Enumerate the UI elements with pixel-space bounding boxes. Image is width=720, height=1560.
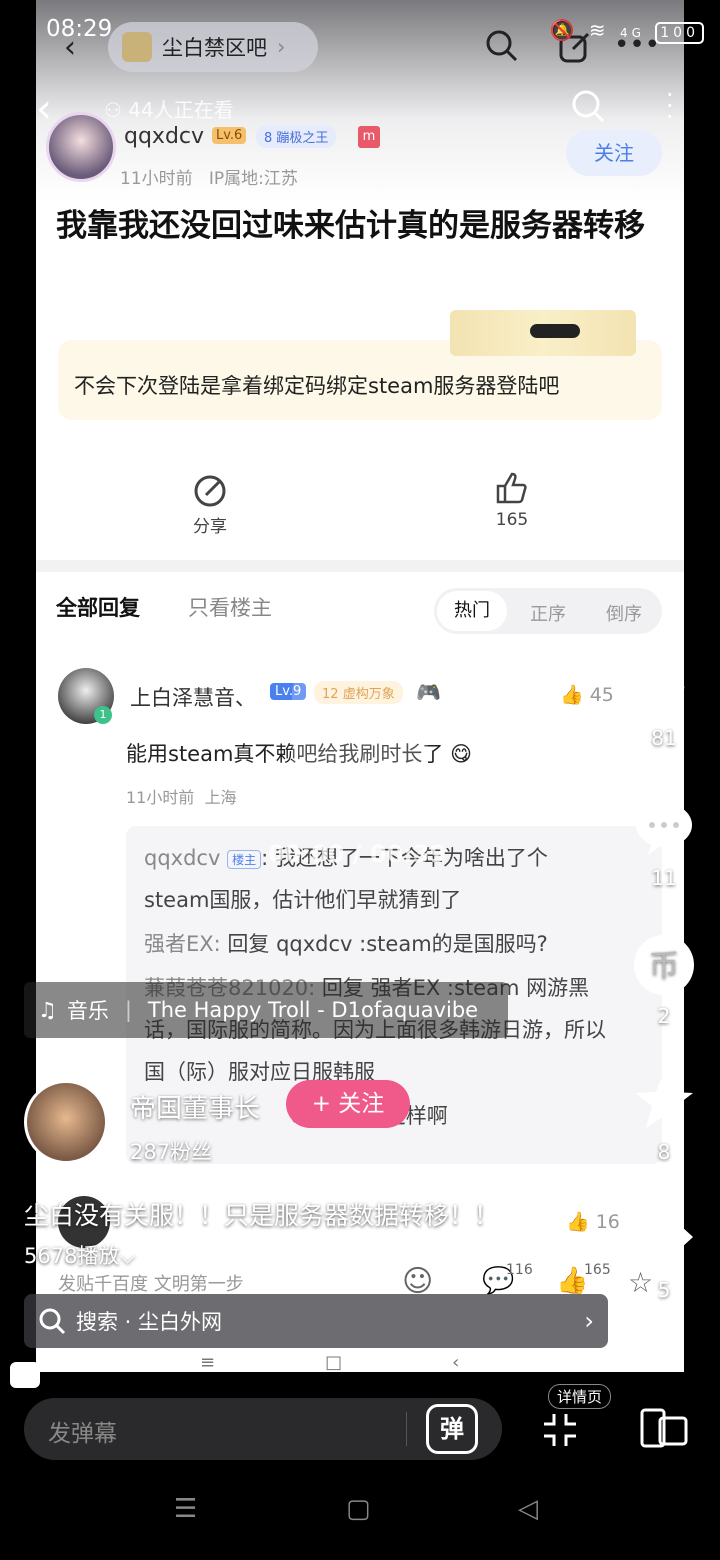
status-icons: 🔕 ≋ 4G 100 bbox=[550, 18, 704, 44]
uploader-avatar[interactable] bbox=[24, 1080, 108, 1164]
wifi-icon: ≋ bbox=[588, 18, 610, 42]
share-arrow-icon bbox=[633, 1208, 695, 1270]
forum-name: 尘白禁区吧 bbox=[162, 36, 267, 60]
music-note-icon: ♫ bbox=[38, 998, 57, 1022]
rotate-screen-icon[interactable] bbox=[640, 1408, 688, 1448]
post-title: 我靠我还没回过味来估计真的是服务器转移 bbox=[56, 208, 645, 244]
play-icon[interactable] bbox=[292, 670, 428, 800]
bilibili-icon bbox=[10, 1362, 40, 1388]
home-icon[interactable]: ▢ bbox=[346, 1494, 371, 1524]
divider: | bbox=[124, 998, 132, 1022]
comment2-like[interactable]: 👍 16 bbox=[566, 1210, 620, 1233]
forum-pill[interactable]: 尘白禁区吧 › bbox=[108, 22, 318, 72]
post-like-button[interactable]: 165 bbox=[490, 470, 534, 530]
comment-icon bbox=[633, 796, 695, 858]
post-username[interactable]: qqxdcv bbox=[124, 124, 204, 149]
inner-nav-bar: ≡□‹ bbox=[200, 1352, 570, 1373]
viewers-icon: ⚇ bbox=[104, 98, 122, 122]
system-nav-bar: ☰ ▢ ◁ bbox=[0, 1494, 720, 1538]
danmaku-toggle-button[interactable]: 弹 bbox=[426, 1404, 478, 1454]
inner-reply-input: 发贴千百度 文明第一步 bbox=[58, 1274, 244, 1295]
search-icon[interactable] bbox=[484, 28, 520, 68]
coin-action[interactable]: 币 2 bbox=[632, 934, 696, 1028]
comment-meta: 11小时前 上海 bbox=[126, 788, 237, 807]
member-icon: m bbox=[358, 126, 380, 148]
overlay-search-icon[interactable] bbox=[570, 88, 606, 128]
post-meta: 11小时前 IP属地:江苏 bbox=[120, 169, 298, 189]
menu-icon[interactable]: ☰ bbox=[174, 1494, 197, 1524]
related-search-text: 搜索 · 尘白外网 bbox=[76, 1310, 223, 1334]
sunglasses-icon bbox=[530, 324, 580, 338]
uploader-fans: 287粉丝 bbox=[130, 1140, 213, 1164]
forum-avatar bbox=[122, 32, 152, 62]
danmaku-placeholder: 发弹幕 bbox=[48, 1421, 117, 1447]
exit-fullscreen-icon[interactable] bbox=[542, 1412, 578, 1448]
share-icon bbox=[194, 475, 226, 507]
post-author-avatar[interactable] bbox=[46, 112, 116, 182]
tab-op-only[interactable]: 只看楼主 bbox=[188, 592, 272, 622]
comment-like[interactable]: 👍 45 bbox=[560, 683, 614, 706]
overlay-more-icon[interactable]: · · · bbox=[666, 83, 674, 129]
decoration-banner bbox=[450, 310, 636, 356]
divider bbox=[406, 1412, 407, 1446]
back-nav-icon[interactable]: ◁ bbox=[518, 1494, 538, 1524]
post-body: 不会下次登陆是拿着绑定码绑定steam服务器登陆吧 bbox=[74, 374, 560, 398]
uploader-follow-button[interactable]: + 关注 bbox=[286, 1080, 410, 1128]
star-icon bbox=[633, 1070, 695, 1132]
coin-icon: 币 bbox=[633, 934, 695, 996]
inner-like-count: 165 bbox=[584, 1262, 611, 1278]
level-badge: Lv.6 bbox=[212, 127, 247, 144]
battery-icon: 100 bbox=[655, 22, 704, 44]
chevron-down-icon: ⌵ bbox=[119, 1244, 136, 1268]
inner-comment-count: 116 bbox=[506, 1262, 533, 1278]
mute-icon: 🔕 bbox=[549, 18, 579, 42]
favorite-action[interactable]: 8 bbox=[632, 1070, 696, 1164]
music-bar[interactable]: ♫ 音乐 | The Happy Troll - D1ofaquavibe bbox=[24, 982, 508, 1038]
subreply-line: steam国服，估计他们早就猜到了 bbox=[144, 888, 462, 912]
video-title: 尘白没有关服！！只是服务器数据转移！！ bbox=[24, 1201, 500, 1230]
avatar-level: 1 bbox=[94, 706, 112, 724]
share-button[interactable]: 分享 bbox=[188, 474, 232, 537]
comment-username[interactable]: 上白泽慧音、 bbox=[130, 682, 256, 712]
music-track: The Happy Troll - D1ofaquavibe bbox=[147, 998, 479, 1022]
comment-action[interactable]: 11 bbox=[632, 796, 696, 890]
chevron-right-icon: › bbox=[277, 35, 286, 59]
related-search-bar[interactable]: 搜索 · 尘白外网 › bbox=[24, 1294, 608, 1348]
subreply-line: 强者EX: 回复 qqxdcv :steam的是国服吗? bbox=[144, 932, 548, 956]
sort-asc[interactable]: 正序 bbox=[530, 600, 566, 626]
thumbs-up-icon: 👍 bbox=[560, 684, 584, 706]
thumbs-up-icon bbox=[496, 472, 527, 504]
sort-desc[interactable]: 倒序 bbox=[606, 600, 642, 626]
follow-button[interactable]: 关注 bbox=[566, 130, 662, 176]
search-icon bbox=[39, 1308, 66, 1335]
tab-all-replies[interactable]: 全部回复 bbox=[56, 592, 140, 622]
detail-page-tag[interactable]: 详情页 bbox=[548, 1384, 612, 1409]
chevron-right-icon: › bbox=[584, 1307, 594, 1335]
share-action[interactable]: 5 bbox=[632, 1208, 696, 1302]
uploader-name[interactable]: 帝国董事长 bbox=[130, 1088, 260, 1125]
video-timecode: 00:00 / 00:39 bbox=[268, 840, 447, 868]
status-time: 08:29 bbox=[46, 16, 113, 42]
op-tag: 楼主 bbox=[227, 849, 262, 869]
sort-hot[interactable]: 热门 bbox=[437, 591, 507, 631]
thumbs-up-icon: 👍 bbox=[566, 1211, 590, 1233]
overlay-back-icon[interactable]: ‹ bbox=[36, 86, 52, 132]
watching-count: ⚇ 44人正在看 bbox=[104, 98, 234, 122]
like-action[interactable]: 81 bbox=[632, 656, 696, 750]
title-badge: 8 蹦极之王 bbox=[256, 125, 337, 148]
network-label: 4G bbox=[619, 26, 645, 40]
thumbs-up-icon bbox=[633, 656, 695, 718]
play-count[interactable]: 5678播放⌵ bbox=[24, 1240, 135, 1270]
svg-text:币: 币 bbox=[649, 949, 679, 984]
